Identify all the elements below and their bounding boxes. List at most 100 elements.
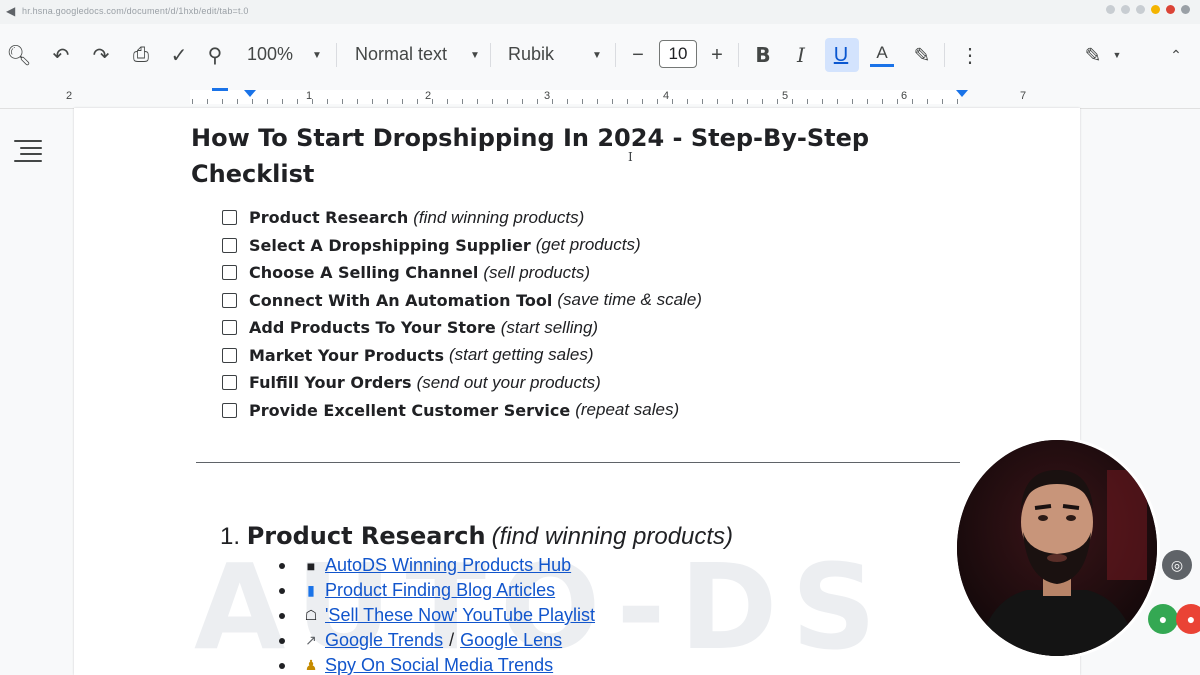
chevron-down-icon[interactable]: ▼ xyxy=(592,50,602,61)
checkbox[interactable] xyxy=(222,265,237,281)
checklist: Product Research (find winning products) … xyxy=(222,204,702,424)
link[interactable]: Google Trends xyxy=(325,630,443,651)
extension-icon[interactable] xyxy=(1181,5,1190,14)
extension-icon[interactable] xyxy=(1166,5,1175,14)
checkbox[interactable] xyxy=(222,402,237,418)
browser-url-bar[interactable]: ◀ hr.hsna.googledocs.com/document/d/1hxb… xyxy=(0,0,1200,25)
style-select[interactable]: Normal text xyxy=(355,44,447,65)
link[interactable]: Spy On Social Media Trends xyxy=(325,655,553,675)
document-title[interactable]: How To Start Dropshipping In 2024 - Step… xyxy=(191,120,891,192)
ruler[interactable]: 2 1 2 3 4 5 6 7 xyxy=(0,86,1200,109)
link[interactable]: Google Lens xyxy=(460,630,562,651)
checklist-item[interactable]: Connect With An Automation Tool (save tim… xyxy=(222,287,702,315)
checklist-item-title: Connect With An Automation Tool xyxy=(249,290,553,310)
first-line-indent-marker[interactable] xyxy=(212,88,228,91)
ruler-tick xyxy=(822,99,823,104)
bullet xyxy=(279,662,285,669)
toolbar-divider xyxy=(336,43,337,67)
right-indent-marker[interactable] xyxy=(956,90,968,97)
ruler-tick xyxy=(402,99,403,104)
checklist-item[interactable]: Provide Excellent Customer Service (repea… xyxy=(222,397,702,425)
checkbox[interactable] xyxy=(222,237,237,253)
paint-format-icon[interactable]: ⚲ xyxy=(202,24,228,86)
checkbox[interactable] xyxy=(222,347,237,363)
section-note: (find winning products) xyxy=(491,523,734,550)
resource-links-list: ■ AutoDS Winning Products Hub ▮ Product Fi… xyxy=(279,553,595,675)
search-menus-icon[interactable]: 🔍︎ xyxy=(6,24,32,86)
ruler-tick xyxy=(537,99,538,104)
underline-active-bg xyxy=(825,38,859,72)
section-heading[interactable]: 1. Product Research (find winning product… xyxy=(220,522,733,551)
ruler-tick xyxy=(492,99,493,104)
undo-icon[interactable]: ↶ xyxy=(48,24,74,86)
checklist-item[interactable]: Market Your Products (start getting sales… xyxy=(222,342,702,370)
ruler-tick xyxy=(207,99,208,104)
ruler-tick xyxy=(627,99,628,104)
checklist-item[interactable]: Fulfill Your Orders (send out your produc… xyxy=(222,369,702,397)
checklist-item-note: (find winning products) xyxy=(413,207,585,227)
back-icon[interactable]: ◀ xyxy=(6,4,15,18)
ruler-tick xyxy=(552,99,553,104)
link[interactable]: Product Finding Blog Articles xyxy=(325,580,555,601)
meet-call-icon[interactable]: ● xyxy=(1148,604,1178,634)
font-size-input[interactable]: 10 xyxy=(659,40,697,68)
print-icon[interactable]: ⎙ xyxy=(128,24,154,86)
checkbox[interactable] xyxy=(222,292,237,308)
bullet xyxy=(279,562,285,569)
ruler-tick xyxy=(372,99,373,104)
checkbox[interactable] xyxy=(222,210,237,226)
checkbox[interactable] xyxy=(222,320,237,336)
spellcheck-icon[interactable]: ✓ xyxy=(166,24,192,86)
left-indent-marker[interactable] xyxy=(244,90,256,97)
bullet xyxy=(279,612,285,619)
detective-icon: ♟ xyxy=(304,657,318,673)
ruler-tick xyxy=(852,99,853,104)
ruler-tick xyxy=(792,99,793,104)
checklist-item-note: (repeat sales) xyxy=(575,400,680,420)
decrease-font-size-icon[interactable]: − xyxy=(628,24,648,86)
ruler-number: 4 xyxy=(663,90,670,102)
extension-icon[interactable] xyxy=(1121,5,1130,14)
ruler-number: 5 xyxy=(782,90,789,102)
toolbar-divider xyxy=(615,43,616,67)
ruler-number: 6 xyxy=(901,90,908,102)
black-square-icon: ■ xyxy=(306,557,316,574)
link[interactable]: 'Sell These Now' YouTube Playlist xyxy=(325,605,595,626)
extension-icon[interactable] xyxy=(1106,5,1115,14)
checklist-item[interactable]: Add Products To Your Store (start selling… xyxy=(222,314,702,342)
presenter-image xyxy=(957,440,1157,656)
extension-icon[interactable] xyxy=(1136,5,1145,14)
extension-icon[interactable] xyxy=(1151,5,1160,14)
checklist-item-title: Add Products To Your Store xyxy=(249,318,496,338)
font-select[interactable]: Rubik xyxy=(508,44,554,65)
ruler-tick xyxy=(387,99,388,104)
camera-icon: ☖ xyxy=(304,607,318,623)
redo-icon[interactable]: ↷ xyxy=(88,24,114,86)
checklist-item-title: Provide Excellent Customer Service xyxy=(249,400,571,420)
checklist-item-title: Product Research xyxy=(249,208,409,228)
link[interactable]: AutoDS Winning Products Hub xyxy=(325,555,571,576)
checklist-item[interactable]: Product Research (find winning products) xyxy=(222,204,702,232)
zoom-select[interactable]: 100% xyxy=(247,44,293,65)
ruler-tick xyxy=(327,99,328,104)
list-item: ■ AutoDS Winning Products Hub xyxy=(279,553,595,578)
chevron-down-icon[interactable]: ▼ xyxy=(312,50,322,61)
checklist-item-title: Fulfill Your Orders xyxy=(249,373,412,393)
checklist-item-title: Choose A Selling Channel xyxy=(249,263,479,283)
checklist-item[interactable]: Select A Dropshipping Supplier (get produ… xyxy=(222,232,702,260)
ruler-tick xyxy=(897,99,898,104)
ruler-tick xyxy=(882,99,883,104)
ruler-tick xyxy=(342,99,343,104)
document-outline-icon[interactable] xyxy=(14,140,44,162)
document-page[interactable]: AUTO-DS How To Start Dropshipping In 202… xyxy=(74,108,1080,675)
meet-panel-icon[interactable]: ◎ xyxy=(1162,550,1192,580)
checkbox[interactable] xyxy=(222,375,237,391)
checklist-item[interactable]: Choose A Selling Channel (sell products) xyxy=(222,259,702,287)
ruler-tick xyxy=(312,99,313,104)
ruler-tick xyxy=(252,99,253,104)
text-cursor-icon: I xyxy=(628,150,633,164)
chevron-down-icon[interactable]: ▼ xyxy=(470,50,480,61)
url-text[interactable]: hr.hsna.googledocs.com/document/d/1hxb/e… xyxy=(22,6,249,16)
meet-hangup-icon[interactable]: ● xyxy=(1176,604,1200,634)
ruler-tick xyxy=(777,99,778,104)
